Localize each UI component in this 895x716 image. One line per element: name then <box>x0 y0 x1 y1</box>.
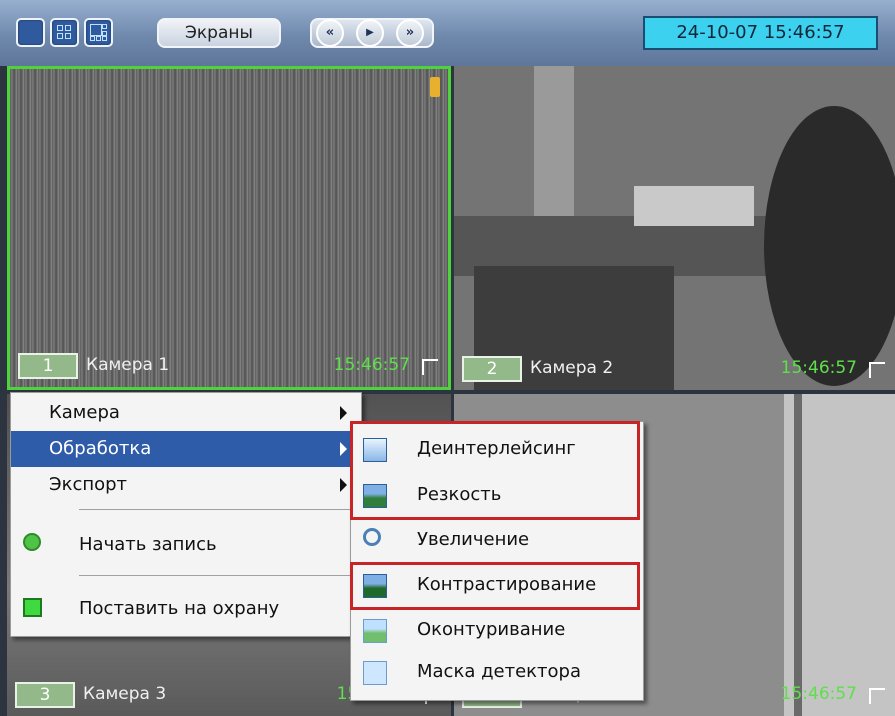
camera-caption: 2 Камера 2 15:46:57 <box>462 356 887 384</box>
layout-2x2-icon[interactable] <box>50 18 79 47</box>
camera-name: Камера 2 <box>530 358 614 378</box>
submenu-arrow-icon <box>340 478 347 492</box>
contour-icon <box>363 619 387 643</box>
menu-item-label: Экспорт <box>49 474 128 495</box>
camera-view-2[interactable]: 2 Камера 2 15:46:57 <box>454 66 895 390</box>
camera-view-1[interactable]: 1 Камера 1 15:46:57 <box>7 66 451 390</box>
detector-mask-icon <box>363 661 387 685</box>
play-button[interactable]: ▶ <box>356 19 384 47</box>
menu-item-camera[interactable]: Камера <box>11 395 361 431</box>
zoom-icon <box>363 528 381 546</box>
menu-item-label: Оконтуривание <box>417 619 566 640</box>
menu-separator <box>79 509 351 510</box>
menu-item-label: Поставить на охрану <box>79 598 280 619</box>
menu-item-start-recording[interactable]: Начать запись <box>11 525 361 565</box>
menu-item-export[interactable]: Экспорт <box>11 467 361 503</box>
submenu-item-detector-mask[interactable]: Маска детектора <box>351 652 643 692</box>
rewind-first-button[interactable]: « <box>316 19 344 47</box>
camera-number[interactable]: 2 <box>462 356 522 382</box>
layout-3x3-icon[interactable] <box>84 18 113 47</box>
submenu-item-contour[interactable]: Оконтуривание <box>351 610 643 650</box>
menu-item-label: Камера <box>49 402 120 423</box>
menu-item-label: Увеличение <box>417 529 530 550</box>
forward-last-button[interactable]: » <box>396 19 424 47</box>
expand-corner-icon[interactable] <box>869 688 885 704</box>
highlight-box <box>350 562 640 610</box>
screens-button[interactable]: Экраны <box>157 18 281 48</box>
submenu-item-zoom[interactable]: Увеличение <box>351 520 643 560</box>
camera-time: 15:46:57 <box>333 355 410 375</box>
toolbar: Экраны « ▶ » 24-10-07 15:46:57 <box>0 0 895 66</box>
menu-item-label: Обработка <box>49 438 152 459</box>
camera-number[interactable]: 3 <box>15 682 75 708</box>
expand-corner-icon[interactable] <box>422 359 438 375</box>
audio-speaker-icon <box>430 77 440 97</box>
layout-1x1-icon[interactable] <box>16 18 45 47</box>
record-icon <box>23 533 41 551</box>
datetime-display: 24-10-07 15:46:57 <box>643 16 878 50</box>
playback-controls: « ▶ » <box>310 18 434 48</box>
submenu-arrow-icon <box>340 442 347 456</box>
highlight-box <box>350 421 640 520</box>
menu-item-processing[interactable]: Обработка <box>11 431 361 467</box>
camera-2-image <box>454 66 895 390</box>
menu-item-label: Начать запись <box>79 534 217 555</box>
submenu-arrow-icon <box>340 406 347 420</box>
camera-name: Камера 1 <box>86 355 170 375</box>
camera-caption: 1 Камера 1 15:46:57 <box>18 353 440 381</box>
camera-time: 15:46:57 <box>780 684 857 704</box>
camera-number[interactable]: 1 <box>18 353 78 379</box>
menu-item-label: Маска детектора <box>417 661 581 682</box>
arm-icon <box>23 598 42 617</box>
camera-time: 15:46:57 <box>780 358 857 378</box>
camera-context-menu: Камера Обработка Экспорт Начать запись П… <box>10 392 362 637</box>
camera-name: Камера 3 <box>83 684 167 704</box>
menu-separator <box>79 575 351 576</box>
expand-corner-icon[interactable] <box>869 362 885 378</box>
menu-item-arm[interactable]: Поставить на охрану <box>11 589 361 629</box>
